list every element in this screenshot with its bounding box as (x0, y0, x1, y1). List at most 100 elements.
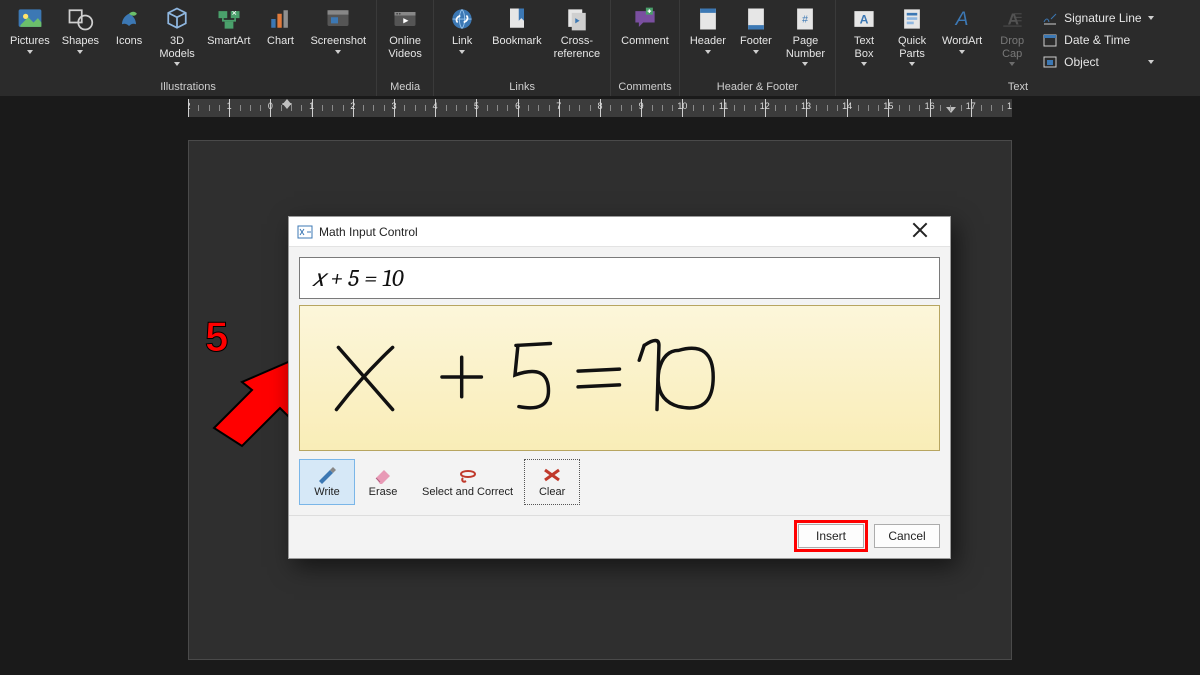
ruler-tick: 2 (188, 101, 191, 111)
quick-parts-label: Quick Parts (898, 35, 926, 60)
close-button[interactable] (904, 220, 942, 244)
chevron-down-icon (1148, 16, 1154, 20)
handwriting-area[interactable] (299, 305, 940, 451)
ribbon: Pictures Shapes Icons 3D Models SmartArt… (0, 0, 1200, 96)
ruler-tick: 4 (433, 101, 438, 111)
screenshot-button[interactable]: Screenshot (304, 3, 372, 75)
screenshot-label: Screenshot (310, 35, 366, 48)
group-illustrations: Pictures Shapes Icons 3D Models SmartArt… (0, 0, 377, 96)
bookmark-label: Bookmark (492, 35, 542, 48)
clear-label: Clear (539, 486, 565, 498)
pictures-button[interactable]: Pictures (4, 3, 56, 75)
select-correct-tool[interactable]: Select and Correct (411, 459, 524, 505)
date-time-button[interactable]: Date & Time (1040, 29, 1161, 51)
ruler-tick: 8 (597, 101, 602, 111)
smartart-label: SmartArt (207, 35, 250, 48)
ruler-tick: 16 (925, 101, 935, 111)
ruler-tick: 3 (391, 101, 396, 111)
group-header-footer: Header Footer # Page Number Header & Foo… (680, 0, 836, 96)
chart-button[interactable]: Chart (256, 3, 304, 75)
horizontal-ruler[interactable]: 210123456789101112131415161718 (188, 99, 1012, 117)
dialog-title: Math Input Control (319, 225, 418, 239)
ruler-tick: 14 (842, 101, 852, 111)
write-tool[interactable]: Write (299, 459, 355, 505)
bookmark-button[interactable]: Bookmark (486, 3, 548, 75)
online-videos-label: Online Videos (388, 35, 421, 60)
calendar-icon (1042, 32, 1058, 48)
online-videos-button[interactable]: Online Videos (381, 3, 429, 75)
tool-row: Write Erase Select and Correct Clear (289, 459, 950, 515)
erase-tool[interactable]: Erase (355, 459, 411, 505)
wordart-icon: A (948, 5, 976, 33)
footer-label: Footer (740, 35, 772, 48)
shapes-label: Shapes (62, 35, 99, 48)
3d-models-label: 3D Models (159, 35, 194, 60)
icons-label: Icons (116, 35, 142, 48)
3d-models-button[interactable]: 3D Models (153, 3, 201, 75)
text-box-label: Text Box (854, 35, 874, 60)
page-number-button[interactable]: # Page Number (780, 3, 831, 75)
signature-line-button[interactable]: Signature Line (1040, 7, 1161, 29)
link-button[interactable]: Link (438, 3, 486, 75)
clear-tool[interactable]: Clear (524, 459, 580, 505)
cross-reference-button[interactable]: Cross- reference (548, 3, 606, 75)
math-app-icon (297, 224, 313, 240)
crossref-label: Cross- reference (554, 35, 600, 60)
pictures-label: Pictures (10, 35, 50, 48)
svg-text:A: A (955, 9, 969, 30)
insert-button[interactable]: Insert (798, 524, 864, 548)
header-button[interactable]: Header (684, 3, 732, 75)
bookmark-icon (503, 5, 531, 33)
wordart-button[interactable]: A WordArt (936, 3, 988, 75)
annotation-step-5: 5 (205, 313, 228, 361)
drop-cap-label: Drop Cap (1000, 35, 1024, 60)
screenshot-icon (324, 5, 352, 33)
shapes-icon (66, 5, 94, 33)
equation-preview: 𝑥 + 5 = 10 (299, 257, 940, 299)
header-icon (694, 5, 722, 33)
ruler-tick: 2 (350, 101, 355, 111)
ruler-tick: 17 (966, 101, 976, 111)
page-number-label: Page Number (786, 35, 825, 60)
comment-icon (631, 5, 659, 33)
ruler-tick: 1 (227, 101, 232, 111)
svg-text:A: A (860, 12, 869, 26)
pen-icon (316, 466, 338, 484)
object-icon (1042, 54, 1058, 70)
group-comments: Comment Comments (611, 0, 680, 96)
comment-button[interactable]: Comment (615, 3, 675, 75)
dialog-titlebar[interactable]: Math Input Control (289, 217, 950, 247)
text-box-button[interactable]: A Text Box (840, 3, 888, 75)
chart-icon (266, 5, 294, 33)
shapes-button[interactable]: Shapes (56, 3, 105, 75)
footer-button[interactable]: Footer (732, 3, 780, 75)
smartart-button[interactable]: SmartArt (201, 3, 256, 75)
date-time-label: Date & Time (1064, 33, 1130, 47)
video-icon (391, 5, 419, 33)
ruler-tick: 10 (677, 101, 687, 111)
lasso-icon (457, 466, 479, 484)
smartart-icon (215, 5, 243, 33)
ruler-tick: 11 (719, 101, 728, 111)
object-button[interactable]: Object (1040, 51, 1161, 73)
ruler-tick: 6 (515, 101, 520, 111)
ruler-tick: 7 (556, 101, 561, 111)
group-illustrations-label: Illustrations (0, 79, 376, 96)
math-input-dialog: Math Input Control 𝑥 + 5 = 10 (288, 216, 951, 559)
erase-label: Erase (369, 486, 398, 498)
header-label: Header (690, 35, 726, 48)
drop-cap-button[interactable]: A Drop Cap (988, 3, 1036, 75)
write-label: Write (314, 486, 339, 498)
link-label: Link (452, 35, 472, 48)
cancel-button[interactable]: Cancel (874, 524, 940, 548)
quick-parts-button[interactable]: Quick Parts (888, 3, 936, 75)
icons-button[interactable]: Icons (105, 3, 153, 75)
dialog-footer: Insert Cancel (289, 515, 950, 558)
close-icon (912, 222, 928, 238)
ruler-tick: 5 (474, 101, 479, 111)
eraser-icon (372, 466, 394, 484)
group-media: Online Videos Media (377, 0, 434, 96)
ruler-tick: 18 (1007, 101, 1012, 111)
quick-parts-icon (898, 5, 926, 33)
group-comments-label: Comments (611, 79, 679, 96)
